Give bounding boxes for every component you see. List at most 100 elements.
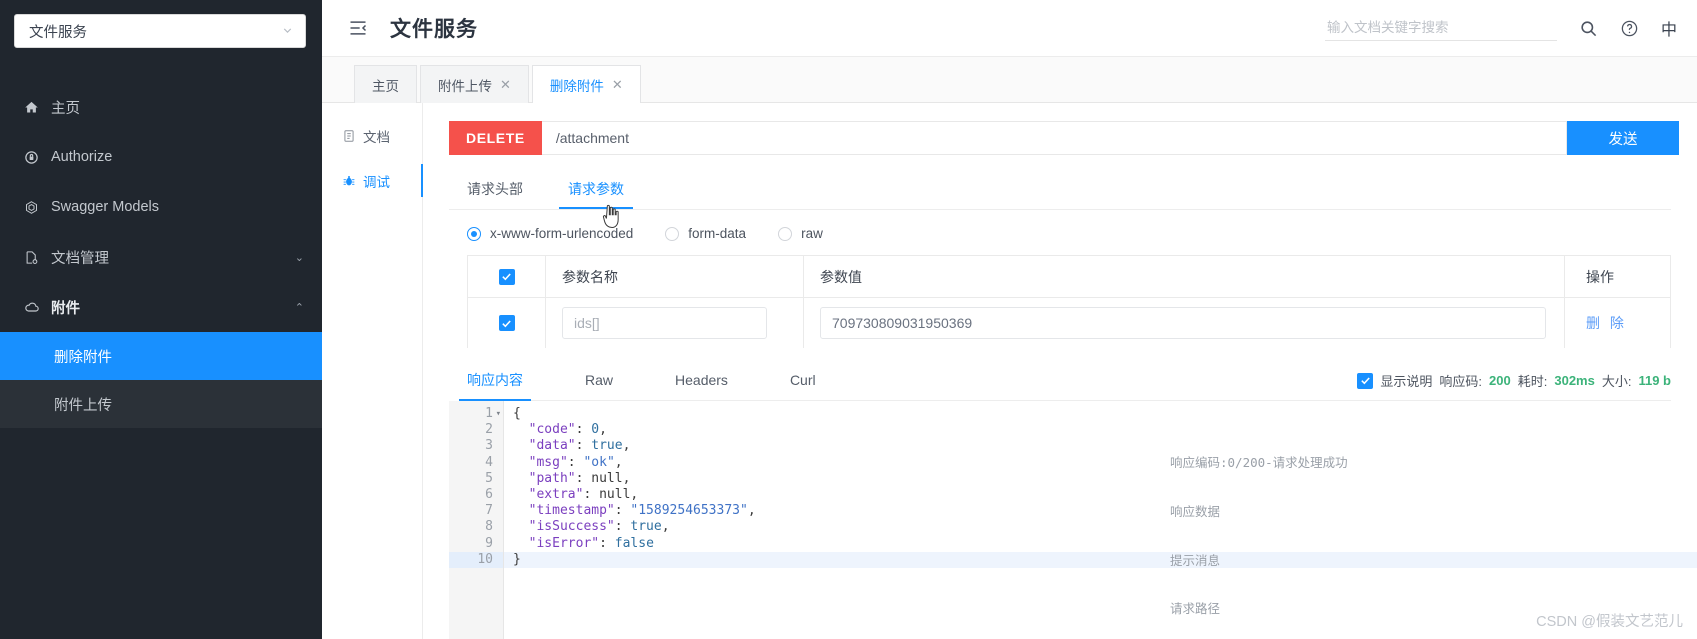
- sidebar-item-delete-attachment[interactable]: 删除附件: [0, 332, 322, 380]
- param-value-cell: [804, 298, 1565, 348]
- sidebar-item-home[interactable]: 主页: [0, 82, 322, 132]
- lock-icon: [24, 150, 46, 165]
- search-field-wrap: [1324, 15, 1557, 41]
- bug-icon: [342, 174, 356, 188]
- send-button[interactable]: 发送: [1567, 121, 1679, 155]
- sidebar-item-upload-attachment[interactable]: 附件上传: [0, 380, 322, 428]
- annotation-line: 响应数据: [1170, 504, 1221, 520]
- json-value-timestamp: 1589254653373: [638, 503, 740, 519]
- inner-nav-label: 文档: [363, 129, 390, 145]
- page-title: 文件服务: [390, 18, 478, 41]
- chevron-down-icon: ⌄: [294, 251, 304, 264]
- row-checkbox[interactable]: [498, 315, 515, 331]
- status-code-value: 200: [1489, 373, 1511, 388]
- chevron-up-icon: ⌃: [294, 301, 304, 314]
- radio-form-data[interactable]: form-data: [665, 226, 746, 241]
- tab-label: 响应内容: [467, 372, 523, 388]
- tab-response-raw[interactable]: Raw: [585, 372, 613, 398]
- code-line: "msg": "ok",: [528, 454, 623, 470]
- response-annotations: 响应编码:0/200-请求处理成功 响应数据 提示消息 请求路径 附加数据 响应…: [1170, 423, 1348, 639]
- radio-label: raw: [801, 226, 823, 241]
- code-line: "data": true,: [528, 438, 631, 454]
- json-code-area[interactable]: { "code": 0, "data": true, "msg": "ok", …: [504, 401, 1697, 639]
- language-toggle[interactable]: 中: [1661, 16, 1677, 40]
- line-number: 7: [485, 503, 493, 519]
- close-icon[interactable]: ✕: [612, 77, 623, 93]
- row-select-cell: [468, 298, 546, 348]
- elapsed-label: 耗时:: [1517, 374, 1548, 389]
- search-icon[interactable]: [1579, 19, 1598, 38]
- column-header-param-name: 参数名称: [546, 256, 804, 297]
- tab-home[interactable]: 主页: [354, 65, 417, 103]
- json-value-path: null: [591, 470, 623, 486]
- service-select[interactable]: 文件服务: [14, 14, 306, 48]
- line-number-value: 1: [485, 406, 493, 421]
- json-value-code: 0: [591, 422, 600, 438]
- select-all-checkbox[interactable]: [498, 268, 515, 285]
- column-header-operation: 操作: [1586, 268, 1614, 285]
- tab-response-curl[interactable]: Curl: [790, 372, 816, 398]
- line-number: 9: [485, 535, 493, 551]
- body-wrap: 文档 调试 DELETE /attachment 发送 请求头部 请求参数 x-…: [322, 103, 1697, 639]
- response-status-bar: 显示说明 响应码: 200 耗时: 302ms 大小: 119 b: [1357, 371, 1671, 399]
- inner-nav: 文档 调试: [322, 103, 423, 639]
- tab-label: 附件上传: [438, 78, 492, 94]
- app-root: 文件服务 主页 Authorize Swagger Models 文档管理 ⌄ …: [0, 0, 1697, 639]
- request-tabs-divider: [449, 209, 1671, 210]
- sidebar-item-authorize[interactable]: Authorize: [0, 132, 322, 182]
- fold-toggle-icon[interactable]: ▾: [496, 406, 501, 422]
- sidebar-subitem-label: 附件上传: [54, 397, 112, 414]
- document-icon: [342, 129, 356, 143]
- line-number: 4: [485, 454, 493, 470]
- radio-dot-icon: [467, 226, 481, 241]
- tab-label: 删除附件: [549, 78, 604, 94]
- close-icon[interactable]: ✕: [500, 77, 511, 93]
- top-bar-actions: 中: [1324, 15, 1677, 41]
- tab-delete-attachment[interactable]: 删除附件 ✕: [531, 65, 641, 103]
- line-number: 8: [485, 519, 493, 535]
- radio-dot-icon: [778, 226, 793, 241]
- tab-upload-attachment[interactable]: 附件上传 ✕: [420, 65, 529, 103]
- collapse-menu-icon[interactable]: [348, 18, 368, 38]
- param-op-cell: 删 除: [1565, 298, 1670, 348]
- tab-request-params[interactable]: 请求参数: [559, 179, 633, 209]
- doc-settings-icon: [24, 250, 46, 265]
- sidebar-item-doc-management[interactable]: 文档管理 ⌄: [0, 232, 322, 282]
- home-icon: [24, 100, 46, 115]
- param-name-input[interactable]: [562, 307, 767, 339]
- service-select-value: 文件服务: [29, 24, 87, 41]
- json-value-msg: ok: [591, 454, 607, 470]
- code-line: "isError": false: [528, 535, 654, 551]
- code-line: "timestamp": "1589254653373",: [528, 503, 756, 519]
- sidebar-item-attachment[interactable]: 附件 ⌃: [0, 282, 322, 332]
- inner-nav-item-debug[interactable]: 调试: [322, 158, 423, 203]
- tab-label: 请求参数: [568, 181, 624, 197]
- line-number: 2: [485, 422, 493, 438]
- delete-row-button[interactable]: 删 除: [1586, 313, 1627, 333]
- radio-x-www-form-urlencoded[interactable]: x-www-form-urlencoded: [467, 226, 633, 241]
- sidebar-subitem-label: 删除附件: [54, 349, 112, 366]
- line-number: ▾ 1: [449, 406, 503, 422]
- sidebar-item-label: Swagger Models: [51, 199, 159, 215]
- param-name-cell: [546, 298, 804, 348]
- radio-raw[interactable]: raw: [778, 226, 823, 241]
- help-circle-icon[interactable]: [1620, 19, 1639, 38]
- request-url-field[interactable]: /attachment: [541, 121, 1567, 155]
- code-line: "extra": null,: [528, 487, 639, 503]
- tab-response-headers[interactable]: Headers: [675, 372, 728, 398]
- cube-icon: [24, 200, 46, 215]
- column-header-param-value: 参数值: [804, 256, 1565, 297]
- code-line: "code": 0,: [528, 422, 607, 438]
- search-input[interactable]: [1324, 15, 1557, 41]
- main-region: 文件服务 中 主页 附件上传 ✕: [322, 0, 1697, 639]
- tab-response-body[interactable]: 响应内容: [459, 370, 531, 401]
- code-line: }: [504, 551, 1697, 569]
- tab-request-headers[interactable]: 请求头部: [467, 179, 523, 209]
- show-description-checkbox[interactable]: [1357, 372, 1374, 389]
- http-method-badge: DELETE: [449, 121, 542, 155]
- sidebar-item-swagger-models[interactable]: Swagger Models: [0, 182, 322, 232]
- inner-nav-item-document[interactable]: 文档: [322, 113, 422, 158]
- params-table: 参数名称 参数值 操作 ids[] 709730809031950369 删 除: [467, 255, 1671, 348]
- param-value-input[interactable]: [820, 307, 1546, 339]
- code-line: "path": null,: [528, 470, 631, 486]
